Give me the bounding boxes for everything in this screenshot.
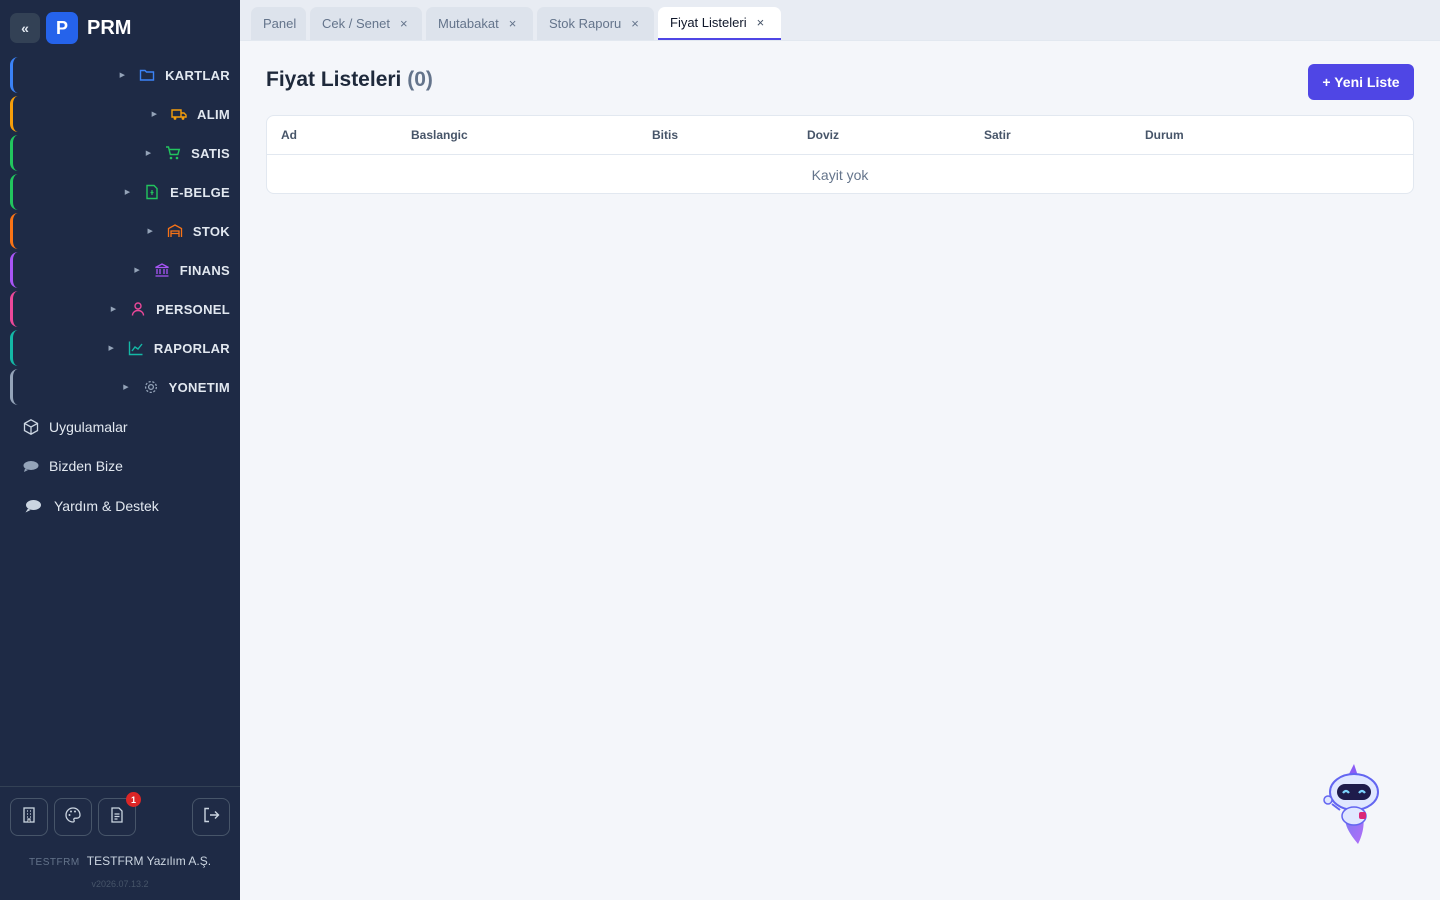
sidebar-group-raporlar[interactable]: ▶ RAPORLAR <box>10 330 234 366</box>
sidebar-group-label: YONETIM <box>168 379 230 395</box>
tab-mutabakat[interactable]: Mutabakat × <box>426 7 533 40</box>
table-header: Ad Baslangic Bitis Doviz Satir Durum <box>267 116 1413 155</box>
palette-icon <box>64 806 82 829</box>
bank-icon <box>154 262 170 278</box>
caret-right-icon: ▶ <box>124 189 131 196</box>
folder-icon <box>139 67 155 83</box>
speech-bubble-icon <box>24 497 42 515</box>
company-code: TESTFRM <box>28 857 80 868</box>
sidebar-link-uygulamalar[interactable]: Uygulamalar <box>22 418 128 436</box>
document-icon <box>144 184 160 200</box>
caret-right-icon: ▶ <box>110 306 117 313</box>
app-name: PRM <box>87 16 132 39</box>
page-title: Fiyat Listeleri (0) <box>266 68 433 92</box>
logout-button[interactable] <box>192 798 230 836</box>
chart-line-icon <box>128 340 144 356</box>
sidebar-link-yardim-destek[interactable]: Yardım & Destek <box>24 497 159 515</box>
tab-cek-senet[interactable]: Cek / Senet × <box>310 7 422 40</box>
sidebar-group-label: STOK <box>192 223 230 239</box>
column-header-baslangic[interactable]: Baslangic <box>411 128 468 142</box>
notifications-button[interactable]: 1 <box>98 792 141 836</box>
cube-icon <box>22 418 40 436</box>
company-name: TESTFRM Yazılım A.Ş. <box>86 854 212 868</box>
caret-right-icon: ▶ <box>151 111 158 118</box>
price-list-table: Ad Baslangic Bitis Doviz Satir Durum Kay… <box>266 115 1414 194</box>
tab-bar: Panel Cek / Senet × Mutabakat × Stok Rap… <box>240 0 1440 41</box>
sidebar-link-bizden-bize[interactable]: Bizden Bize <box>22 457 123 475</box>
column-header-bitis[interactable]: Bitis <box>652 128 678 142</box>
gear-icon <box>143 379 159 395</box>
tab-fiyat-listeleri[interactable]: Fiyat Listeleri × <box>658 7 781 40</box>
company-info: TESTFRM TESTFRM Yazılım A.Ş. <box>0 854 240 868</box>
sidebar-group-label: E-BELGE <box>170 184 230 200</box>
close-icon[interactable]: × <box>631 16 639 31</box>
app-logo: P <box>46 12 78 44</box>
logout-icon <box>202 806 220 829</box>
column-header-ad[interactable]: Ad <box>281 128 297 142</box>
tab-label: Mutabakat <box>438 16 499 31</box>
column-header-satir[interactable]: Satir <box>984 128 1011 142</box>
close-icon[interactable]: × <box>400 16 408 31</box>
caret-right-icon: ▶ <box>145 150 152 157</box>
notification-badge: 1 <box>126 792 141 807</box>
cart-icon <box>165 145 181 161</box>
sidebar-group-label: ALIM <box>197 106 230 122</box>
column-header-doviz[interactable]: Doviz <box>807 128 839 142</box>
file-list-icon <box>108 806 126 829</box>
app-version: v2026.07.13.2 <box>91 879 149 889</box>
sidebar-link-label: Bizden Bize <box>49 458 123 474</box>
caret-right-icon: ▶ <box>123 384 129 391</box>
sidebar-link-label: Uygulamalar <box>49 419 128 435</box>
building-icon <box>20 806 38 829</box>
theme-button[interactable] <box>54 798 92 836</box>
sidebar-group-label: RAPORLAR <box>153 340 230 356</box>
sidebar-group-label: KARTLAR <box>165 67 230 83</box>
tab-label: Cek / Senet <box>322 16 390 31</box>
sidebar-group-label: PERSONEL <box>156 301 230 317</box>
caret-right-icon: ▶ <box>108 345 114 352</box>
sidebar-group-label: FINANS <box>179 262 230 278</box>
tab-label: Stok Raporu <box>549 16 622 31</box>
sidebar-group-finans[interactable]: ▶ FINANS <box>10 252 234 288</box>
company-button[interactable] <box>10 798 48 836</box>
chat-icon <box>22 457 40 475</box>
caret-right-icon: ▶ <box>134 267 140 274</box>
sidebar-group-alim[interactable]: ▶ ALIM <box>10 96 234 132</box>
sidebar-group-stok[interactable]: ▶ STOK <box>10 213 234 249</box>
sidebar-group-label: SATIS <box>191 145 230 161</box>
tab-label: Fiyat Listeleri <box>670 15 747 30</box>
sidebar-group-satis[interactable]: ▶ SATIS <box>10 135 234 171</box>
assistant-robot-icon[interactable] <box>1318 762 1388 850</box>
brand: « P PRM <box>10 12 131 44</box>
sidebar-group-personel[interactable]: ▶ PERSONEL <box>10 291 234 327</box>
tab-stok-raporu[interactable]: Stok Raporu × <box>537 7 654 40</box>
column-header-durum[interactable]: Durum <box>1145 128 1184 142</box>
empty-state: Kayit yok <box>811 166 869 183</box>
collapse-sidebar-button[interactable]: « <box>10 13 40 43</box>
page-title-count: (0) <box>407 68 433 91</box>
sidebar-footer: 1 TESTFRM TESTFRM Yazılım A.Ş. v2026.07.… <box>0 786 240 900</box>
tab-panel[interactable]: Panel <box>251 7 306 40</box>
sidebar: « P PRM ▶ KARTLAR ▶ ALIM ▶ SATIS ▶ E-BEL… <box>0 0 240 900</box>
sidebar-link-label: Yardım & Destek <box>54 498 159 514</box>
person-icon <box>130 301 146 317</box>
caret-right-icon: ▶ <box>119 72 126 79</box>
sidebar-group-kartlar[interactable]: ▶ KARTLAR <box>10 57 234 93</box>
caret-right-icon: ▶ <box>147 228 153 235</box>
truck-icon <box>171 106 187 122</box>
close-icon[interactable]: × <box>509 16 517 31</box>
new-list-button[interactable]: + Yeni Liste <box>1308 64 1414 100</box>
close-icon[interactable]: × <box>757 15 765 30</box>
tab-label: Panel <box>263 16 297 31</box>
sidebar-group-yonetim[interactable]: ▶ YONETIM <box>10 369 234 405</box>
sidebar-group-ebelge[interactable]: ▶ E-BELGE <box>10 174 234 210</box>
warehouse-icon <box>167 223 183 239</box>
page-title-text: Fiyat Listeleri <box>266 68 402 91</box>
